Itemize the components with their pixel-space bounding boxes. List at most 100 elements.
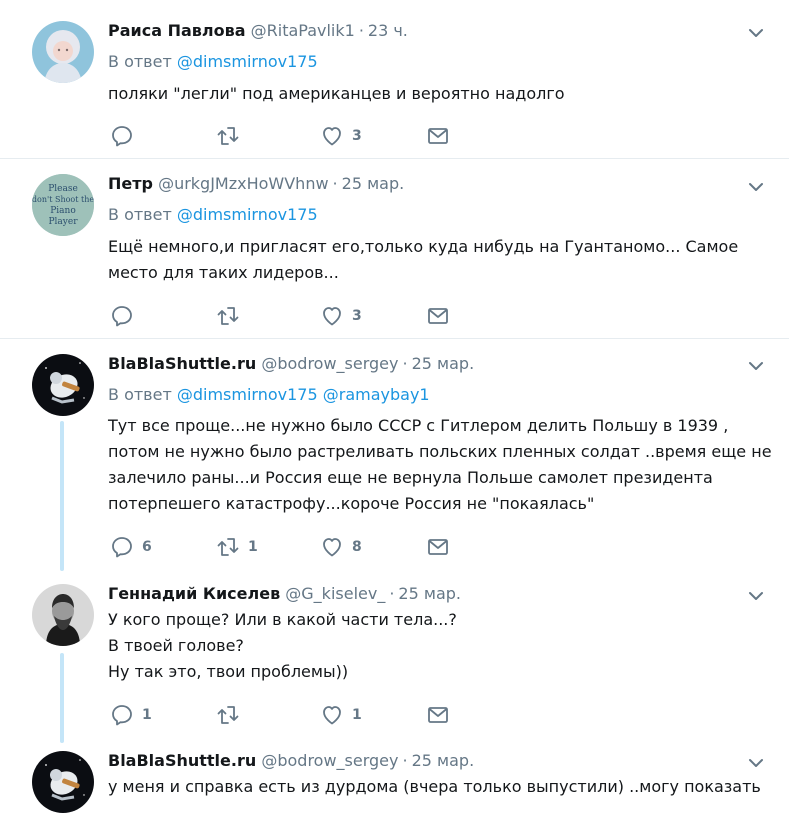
chevron-down-icon[interactable]: [746, 356, 766, 376]
retweet-icon: [216, 535, 240, 559]
author-handle[interactable]: @bodrow_sergey: [261, 354, 398, 373]
tweet-text-line: У кого проще? Или в какой части тела...?: [108, 610, 457, 629]
avatar-text: don't Shoot the: [32, 195, 94, 204]
chevron-down-icon[interactable]: [746, 23, 766, 43]
author-name[interactable]: Геннадий Киселев: [108, 584, 280, 603]
tweet-text-line: Ну так это, твои проблемы)): [108, 662, 349, 681]
avatar-text: Please: [48, 184, 78, 194]
avatar[interactable]: [32, 584, 94, 646]
like-button[interactable]: 3: [320, 124, 362, 148]
mention-link[interactable]: @dimsmirnov175 @ramaybay1: [177, 385, 430, 404]
direct-message-icon: [426, 124, 450, 148]
author-name[interactable]: Петр: [108, 174, 153, 193]
tweet-text: Ещё немного,и пригласят его,только куда …: [108, 234, 773, 286]
tweet-actions: 3: [108, 304, 528, 328]
tweet[interactable]: Геннадий Киселев @G_kiselev_ · 25 мар. У к…: [0, 573, 789, 743]
retweet-button[interactable]: [216, 304, 248, 328]
retweet-count: 1: [248, 539, 258, 555]
direct-message-icon: [426, 535, 450, 559]
tweet-text-line: Тут все проще...не нужно было СССР с Гит…: [108, 416, 729, 435]
author-handle[interactable]: @G_kiselev_: [285, 584, 385, 603]
timestamp[interactable]: 25 мар.: [342, 174, 405, 193]
tweet-header: Геннадий Киселев @G_kiselev_ · 25 мар.: [108, 584, 461, 604]
tweet-text-line: потерпешего катастрофу...короче Россия н…: [108, 494, 595, 513]
avatar-text: Piano: [50, 206, 76, 216]
tweet-text-line: залечило раны...и Россия еще не вернула …: [108, 468, 713, 487]
avatar[interactable]: Please don't Shoot the Piano Player: [32, 174, 94, 236]
tweet-actions: 3: [108, 124, 528, 148]
chevron-down-icon[interactable]: [746, 753, 766, 773]
like-button[interactable]: 1: [320, 703, 362, 727]
author-handle[interactable]: @bodrow_sergey: [261, 751, 398, 770]
avatar-photo: [32, 354, 94, 416]
avatar-photo: [32, 584, 94, 646]
timestamp[interactable]: 25 мар.: [412, 751, 475, 770]
like-count: 3: [352, 128, 362, 144]
reply-button[interactable]: [110, 124, 142, 148]
reply-button[interactable]: 1: [110, 703, 152, 727]
like-count: 3: [352, 308, 362, 324]
tweet[interactable]: BlaBlaShuttle.ru @bodrow_sergey · 25 мар. …: [0, 743, 789, 823]
retweet-button[interactable]: 1: [216, 535, 258, 559]
avatar[interactable]: [32, 751, 94, 813]
author-name[interactable]: Раиса Павлова: [108, 21, 246, 40]
mention-link[interactable]: @dimsmirnov175: [177, 205, 318, 224]
tweet-text-line: потом не нужно было растреливать польски…: [108, 442, 772, 461]
like-icon: [320, 703, 344, 727]
avatar-photo: [32, 751, 94, 813]
retweet-button[interactable]: [216, 124, 248, 148]
reply-icon: [110, 304, 134, 328]
direct-message-button[interactable]: [426, 304, 450, 328]
tweet-header: Петр @urkgJMzxHoWVhnw · 25 мар.: [108, 174, 404, 194]
author-name[interactable]: BlaBlaShuttle.ru: [108, 354, 256, 373]
like-button[interactable]: 8: [320, 535, 362, 559]
like-icon: [320, 304, 344, 328]
direct-message-button[interactable]: [426, 124, 450, 148]
reply-icon: [110, 535, 134, 559]
reply-prefix: В ответ: [108, 385, 172, 404]
reply-icon: [110, 124, 134, 148]
timestamp[interactable]: 23 ч.: [368, 21, 408, 40]
retweet-button[interactable]: [216, 703, 248, 727]
retweet-icon: [216, 124, 240, 148]
avatar[interactable]: [32, 21, 94, 83]
tweet-header: BlaBlaShuttle.ru @bodrow_sergey · 25 мар.: [108, 354, 474, 374]
avatar-photo: Please don't Shoot the Piano Player: [32, 174, 94, 236]
tweet-text: поляки "легли" под американцев и вероятн…: [108, 81, 773, 107]
separator: ·: [358, 21, 364, 40]
avatar-photo: [32, 21, 94, 83]
separator: ·: [402, 751, 408, 770]
timestamp[interactable]: 25 мар.: [412, 354, 475, 373]
timestamp[interactable]: 25 мар.: [398, 584, 461, 603]
author-handle[interactable]: @RitaPavlik1: [251, 21, 355, 40]
tweet-text-line: место для таких лидеров...: [108, 263, 339, 282]
avatar[interactable]: [32, 354, 94, 416]
tweet-header: BlaBlaShuttle.ru @bodrow_sergey · 25 мар.: [108, 751, 474, 771]
retweet-icon: [216, 703, 240, 727]
reply-button[interactable]: 6: [110, 535, 152, 559]
thread-line: [60, 421, 64, 571]
like-icon: [320, 124, 344, 148]
tweet[interactable]: Please don't Shoot the Piano Player Петр…: [0, 159, 789, 337]
separator: ·: [402, 354, 408, 373]
direct-message-icon: [426, 304, 450, 328]
author-name[interactable]: BlaBlaShuttle.ru: [108, 751, 256, 770]
chevron-down-icon[interactable]: [746, 586, 766, 606]
like-button[interactable]: 3: [320, 304, 362, 328]
author-handle[interactable]: @urkgJMzxHoWVhnw: [158, 174, 328, 193]
like-icon: [320, 535, 344, 559]
tweet-actions: 1 1: [108, 703, 528, 727]
reply-context: В ответ @dimsmirnov175: [108, 52, 318, 72]
like-count: 1: [352, 707, 362, 723]
tweet[interactable]: BlaBlaShuttle.ru @bodrow_sergey · 25 мар. …: [0, 339, 789, 573]
separator: ·: [389, 584, 395, 603]
tweet-actions: 6 1 8: [108, 535, 528, 559]
avatar-text: Player: [48, 217, 78, 227]
mention-link[interactable]: @dimsmirnov175: [177, 52, 318, 71]
chevron-down-icon[interactable]: [746, 177, 766, 197]
tweet[interactable]: Раиса Павлова @RitaPavlik1 · 23 ч. В ответ…: [0, 0, 789, 158]
direct-message-button[interactable]: [426, 535, 450, 559]
direct-message-button[interactable]: [426, 703, 450, 727]
reply-button[interactable]: [110, 304, 142, 328]
reply-prefix: В ответ: [108, 52, 172, 71]
